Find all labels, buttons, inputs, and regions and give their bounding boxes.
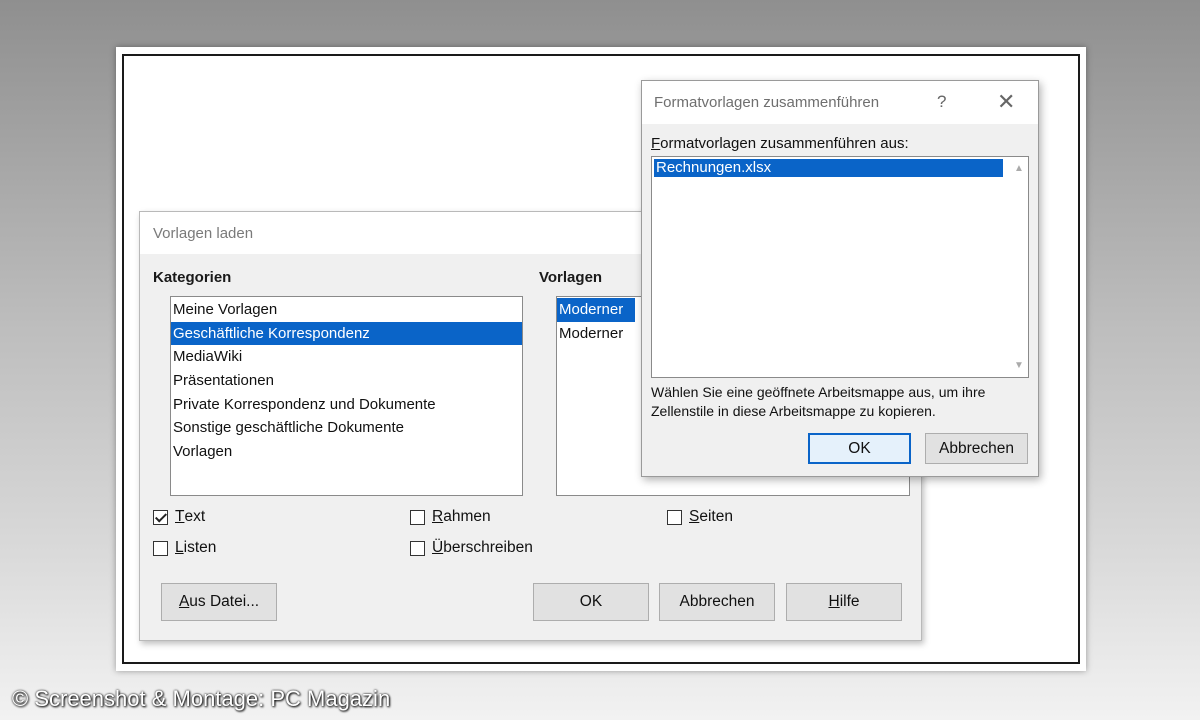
- kategorie-item[interactable]: Private Korrespondenz und Dokumente: [171, 393, 522, 417]
- checkbox-icon[interactable]: [153, 540, 168, 556]
- workbook-item-selected[interactable]: Rechnungen.xlsx: [654, 159, 1003, 177]
- ueberschreiben-checkbox-mnemonic: Ü: [432, 539, 444, 556]
- vorlagen-label: Vorlagen: [539, 269, 603, 286]
- dialog-titlebar: Formatvorlagen zusammenführen ? ✕: [642, 81, 1038, 124]
- hilfe-button[interactable]: Hilfe: [786, 583, 902, 621]
- seiten-checkbox-label: eiten: [699, 508, 733, 525]
- kategorie-item[interactable]: Präsentationen: [171, 369, 522, 393]
- ueberschreiben-checkbox[interactable]: Überschreiben: [410, 539, 533, 557]
- dialog-title: Vorlagen laden: [153, 225, 254, 242]
- close-icon[interactable]: ✕: [997, 89, 1015, 115]
- text-checkbox-mnemonic: T: [175, 508, 185, 525]
- abbrechen-button[interactable]: Abbrechen: [659, 583, 775, 621]
- merge-list-label: Formatvorlagen zusammenführen aus:: [651, 135, 909, 152]
- kategorien-label: Kategorien: [153, 269, 232, 286]
- kategorie-item-selected[interactable]: Geschäftliche Korrespondenz: [171, 321, 522, 346]
- merge-ok-button[interactable]: OK: [808, 433, 911, 464]
- rahmen-checkbox[interactable]: Rahmen: [410, 508, 491, 526]
- scroll-up-icon[interactable]: ▲: [1014, 163, 1024, 174]
- ueberschreiben-checkbox-label: berschreiben: [443, 539, 533, 556]
- kategorie-item[interactable]: Vorlagen: [171, 440, 522, 464]
- kategorie-item[interactable]: MediaWiki: [171, 345, 522, 369]
- text-checkbox[interactable]: Text: [153, 508, 205, 526]
- checkbox-checked-icon[interactable]: [153, 509, 168, 525]
- workbook-list[interactable]: Rechnungen.xlsx ▲ ▼: [651, 156, 1029, 378]
- dialog-title: Formatvorlagen zusammenführen: [654, 94, 880, 111]
- rahmen-checkbox-label: ahmen: [443, 508, 491, 525]
- formatvorlagen-zusammenfuehren-dialog: Formatvorlagen zusammenführen ? ✕ Format…: [641, 80, 1039, 477]
- text-checkbox-label: ext: [184, 508, 206, 525]
- scroll-down-icon[interactable]: ▼: [1014, 360, 1024, 371]
- checkbox-icon[interactable]: [667, 509, 682, 525]
- kategorien-list[interactable]: Meine Vorlagen Geschäftliche Korresponde…: [170, 296, 523, 496]
- kategorie-item[interactable]: Meine Vorlagen: [171, 298, 522, 322]
- merge-hint-text: Wählen Sie eine geöffnete Arbeitsmappe a…: [651, 384, 986, 419]
- rahmen-checkbox-mnemonic: R: [432, 508, 444, 525]
- merge-list-label-text: ormatvorlagen zusammenführen aus:: [660, 135, 909, 152]
- listen-checkbox-label: isten: [183, 539, 217, 556]
- merge-list-mnemonic: F: [651, 135, 661, 152]
- copyright-watermark: © Screenshot & Montage: PC Magazin: [12, 686, 391, 711]
- kategorie-item[interactable]: Sonstige geschäftliche Dokumente: [171, 416, 522, 440]
- checkbox-icon[interactable]: [410, 540, 425, 556]
- checkbox-icon[interactable]: [410, 509, 425, 525]
- aus-datei-label: us Datei...: [189, 593, 260, 610]
- aus-datei-mnemonic: A: [178, 593, 190, 610]
- seiten-checkbox[interactable]: Seiten: [667, 508, 733, 526]
- listen-checkbox[interactable]: Listen: [153, 539, 216, 557]
- aus-datei-button[interactable]: Aus Datei...: [161, 583, 277, 621]
- hilfe-mnemonic: H: [828, 593, 840, 610]
- help-icon[interactable]: ?: [937, 92, 946, 112]
- seiten-checkbox-mnemonic: S: [689, 508, 700, 525]
- vorlage-item-selected[interactable]: Moderner: [557, 298, 635, 322]
- ok-button[interactable]: OK: [533, 583, 649, 621]
- listen-checkbox-mnemonic: L: [175, 539, 184, 556]
- merge-abbrechen-button[interactable]: Abbrechen: [925, 433, 1028, 464]
- hilfe-label: ilfe: [839, 593, 860, 610]
